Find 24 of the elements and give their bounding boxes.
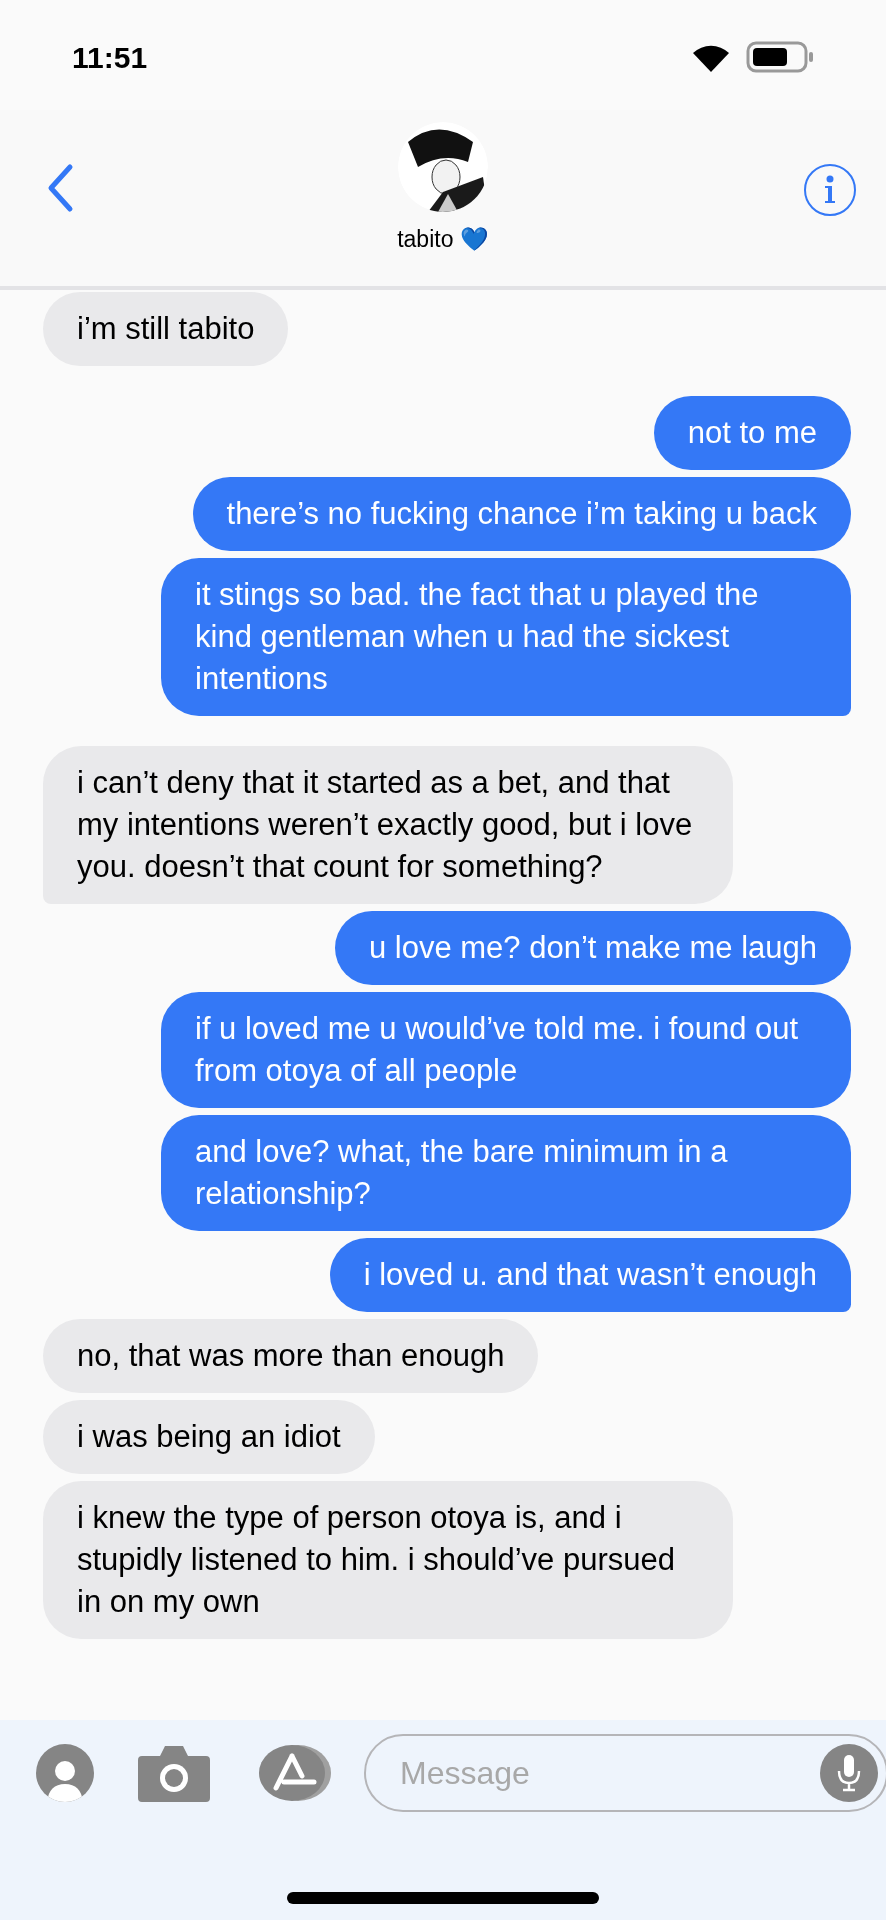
received-message-bubble: i can’t deny that it started as a bet, and that my intentions weren’t exactly good, but i love you. doesn’t that count for something? xyxy=(43,746,733,904)
sent-message-bubble: there’s no fucking chance i’m taking u back xyxy=(192,477,851,551)
microphone-button[interactable] xyxy=(820,1744,878,1802)
sent-message-bubble: it stings so bad. the fact that u played the kind gentleman when u had the sickest intentions xyxy=(161,558,851,716)
message-input[interactable]: Message xyxy=(400,1749,820,1797)
info-button[interactable] xyxy=(804,164,856,216)
message-field[interactable]: Message xyxy=(364,1734,886,1812)
info-icon xyxy=(823,175,837,205)
received-message-bubble: no, that was more than enough xyxy=(43,1319,539,1393)
contact-name[interactable]: tabito 💙 xyxy=(397,222,489,257)
status-time: 11:51 xyxy=(72,39,148,76)
battery-icon xyxy=(746,41,814,73)
received-message-bubble: i’m still tabito xyxy=(43,292,289,366)
sent-message-bubble: not to me xyxy=(653,396,851,470)
microphone-icon xyxy=(836,1753,862,1793)
sent-message-bubble: i loved u. and that wasn’t enough xyxy=(329,1238,851,1312)
camera-button[interactable] xyxy=(138,1744,210,1802)
sent-message-bubble: if u loved me u would’ve told me. i found out from otoya of all people xyxy=(161,992,851,1108)
contact-button[interactable] xyxy=(36,1744,94,1802)
received-message-bubble: i knew the type of person otoya is, and i stupidly listened to him. i should’ve pursued in on my own xyxy=(43,1481,733,1639)
sent-message-bubble: u love me? don’t make me laugh xyxy=(334,911,851,985)
sent-message-bubble: and love? what, the bare minimum in a relationship? xyxy=(161,1115,851,1231)
received-message-bubble: i was being an idiot xyxy=(43,1400,375,1474)
camera-icon xyxy=(138,1744,210,1802)
